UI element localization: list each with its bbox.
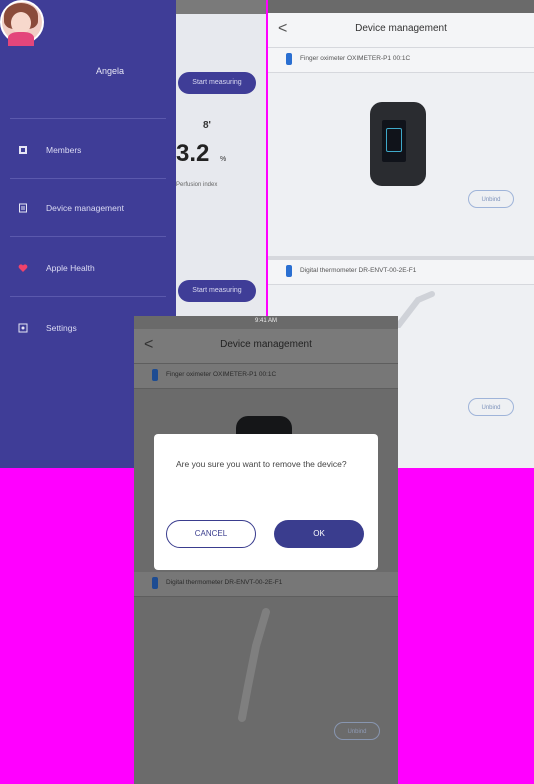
menu-item-label: Members [46, 145, 82, 155]
device-name: Digital thermometer DR-ENVT-00-2E-F1 [166, 579, 283, 586]
menu-item-label: Apple Health [46, 263, 95, 273]
device-row-thermometer[interactable]: Digital thermometer DR-ENVT-00-2E-F1 [268, 260, 534, 285]
status-bar [176, 0, 266, 14]
menu-item-label: Device management [46, 203, 124, 213]
device-name: Finger oximeter OXIMETER-P1 00:1C [300, 55, 411, 62]
device-row-oximeter[interactable]: Finger oximeter OXIMETER-P1 00:1C [268, 48, 534, 73]
nav-bar: < Device management [268, 13, 534, 48]
avatar[interactable] [0, 0, 44, 46]
menu-item-label: Settings [46, 323, 77, 333]
settings-icon [18, 323, 28, 333]
divider [10, 178, 166, 179]
oximeter-image [370, 102, 426, 186]
page-title: Device management [355, 23, 447, 34]
device-row-oximeter[interactable]: Finger oximeter OXIMETER-P1 00:1C [134, 364, 398, 389]
cancel-button[interactable]: CANCEL [166, 520, 256, 548]
ok-button[interactable]: OK [274, 520, 364, 548]
nav-bar: < Device management [134, 329, 398, 364]
user-name: Angela [96, 66, 125, 76]
confirm-dialog: Are you sure you want to remove the devi… [154, 434, 378, 570]
start-measuring-button-bottom[interactable]: Start measuring [178, 280, 256, 302]
device-name: Finger oximeter OXIMETER-P1 00:1C [166, 371, 277, 378]
menu-item-members[interactable]: Members [18, 140, 168, 162]
thermometer-image [238, 608, 270, 722]
divider [10, 236, 166, 237]
page-title: Device management [220, 339, 312, 350]
unbind-button[interactable]: Unbind [468, 190, 514, 208]
device-icon [19, 203, 27, 213]
menu-item-device-management[interactable]: Device management [18, 198, 168, 220]
bluetooth-icon [286, 265, 292, 277]
members-icon [19, 146, 27, 154]
reading-value: 3.2 [176, 140, 210, 167]
status-time: 9:41 AM [254, 318, 277, 324]
bluetooth-icon [152, 577, 158, 589]
reading-caption: Perfusion index [176, 182, 218, 188]
reading-unit: % [220, 156, 227, 163]
status-bar: 9:41 AM [134, 316, 398, 329]
start-measuring-button[interactable]: Start measuring [178, 72, 256, 94]
menu-item-apple-health[interactable]: Apple Health [18, 258, 168, 280]
device-name: Digital thermometer DR-ENVT-00-2E-F1 [300, 267, 417, 274]
dialog-message: Are you sure you want to remove the devi… [176, 459, 347, 469]
reading-superscript: 8' [203, 120, 211, 131]
remove-device-dialog-screenshot: 9:41 AM < Device management Finger oxime… [134, 316, 398, 784]
unbind-button[interactable]: Unbind [468, 398, 514, 416]
bluetooth-icon [286, 53, 292, 65]
divider [10, 296, 166, 297]
bluetooth-icon [152, 369, 158, 381]
status-bar [268, 0, 534, 13]
unbind-button[interactable]: Unbind [334, 722, 380, 740]
device-row-thermometer[interactable]: Digital thermometer DR-ENVT-00-2E-F1 [134, 572, 398, 597]
divider [10, 118, 166, 119]
heart-icon [18, 264, 28, 272]
